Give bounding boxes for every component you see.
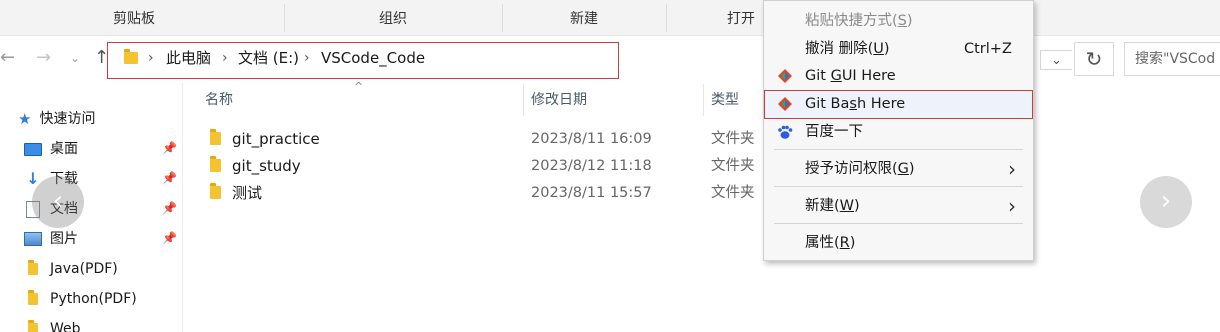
- git-bash-icon: [778, 97, 792, 111]
- menu-item-paste-shortcut[interactable]: 粘贴快捷方式(S): [764, 8, 1033, 34]
- column-header-type[interactable]: 类型: [711, 90, 739, 110]
- previous-chevron-icon[interactable]: ‹: [32, 176, 84, 228]
- menu-separator: [774, 149, 1023, 150]
- file-name: git_study: [232, 157, 301, 175]
- file-row[interactable]: 测试 2023/8/11 15:57 文件夹: [184, 180, 784, 206]
- sidebar-quick-access[interactable]: ★ 快速访问: [18, 107, 95, 131]
- search-input[interactable]: 搜索"VSCod: [1124, 42, 1220, 76]
- breadcrumb-documents-drive[interactable]: 文档 (E:): [238, 48, 299, 68]
- ribbon-group-clipboard[interactable]: 剪贴板: [0, 0, 268, 36]
- column-header-name[interactable]: 名称: [205, 90, 233, 110]
- column-divider[interactable]: [703, 84, 704, 116]
- breadcrumb-this-pc[interactable]: 此电脑: [166, 48, 211, 68]
- menu-item-new[interactable]: 新建(W) ›: [764, 193, 1033, 219]
- file-name: 测试: [232, 184, 263, 202]
- picture-icon: [24, 232, 42, 246]
- ribbon-group-organize[interactable]: 组织: [284, 0, 502, 36]
- menu-item-properties[interactable]: 属性(R): [764, 230, 1033, 256]
- file-type: 文件夹: [711, 158, 755, 174]
- menu-item-git-bash-here[interactable]: Git Bash Here: [764, 91, 1033, 117]
- file-type: 文件夹: [711, 185, 755, 201]
- ribbon-group-new[interactable]: 新建: [502, 0, 666, 36]
- pin-icon[interactable]: 📌: [162, 201, 177, 215]
- file-modified: 2023/8/11 16:09: [531, 131, 652, 147]
- breadcrumb-separator-icon[interactable]: ›: [222, 48, 228, 68]
- recent-locations-chevron-icon[interactable]: ⌄: [70, 46, 80, 70]
- file-modified: 2023/8/12 11:18: [531, 158, 652, 174]
- file-modified: 2023/8/11 15:57: [531, 185, 652, 201]
- shortcut-text: Ctrl+Z: [964, 41, 1012, 57]
- column-header-modified[interactable]: 修改日期: [531, 90, 587, 110]
- baidu-paw-icon: [778, 125, 793, 139]
- folder-icon: [210, 129, 221, 149]
- pin-icon[interactable]: 📌: [162, 171, 177, 185]
- menu-item-grant-access[interactable]: 授予访问权限(G) ›: [764, 156, 1033, 182]
- sidebar-item-label: 快速访问: [39, 111, 96, 127]
- desktop-icon: [24, 142, 42, 156]
- sort-ascending-icon: ^: [354, 80, 364, 93]
- folder-icon: [210, 183, 221, 203]
- menu-item-git-gui-here[interactable]: Git GUI Here: [764, 63, 1033, 89]
- sidebar-item-label: Python(PDF): [50, 291, 137, 307]
- file-name: git_practice: [232, 130, 320, 148]
- pin-icon[interactable]: 📌: [162, 231, 177, 245]
- pin-icon[interactable]: 📌: [162, 141, 177, 155]
- forward-arrow-icon[interactable]: →: [36, 46, 51, 70]
- menu-item-baidu[interactable]: 百度一下: [764, 119, 1033, 145]
- folder-icon: [210, 156, 221, 176]
- ribbon-group-bar: 剪贴板 组织 新建 打开: [0, 0, 1220, 36]
- folder-icon: [124, 49, 138, 68]
- menu-item-undo-delete[interactable]: 撤消 删除(U) Ctrl+Z: [764, 36, 1033, 62]
- submenu-chevron-icon: ›: [1008, 157, 1016, 181]
- folder-icon: [24, 320, 42, 332]
- next-chevron-icon[interactable]: ›: [1140, 176, 1192, 228]
- sidebar-item-desktop[interactable]: 桌面: [24, 137, 78, 161]
- context-menu: 粘贴快捷方式(S) 撤消 删除(U) Ctrl+Z Git GUI Here G…: [763, 0, 1034, 261]
- sidebar-item-python-pdf[interactable]: Python(PDF): [24, 287, 137, 311]
- file-row[interactable]: git_practice 2023/8/11 16:09 文件夹: [184, 126, 784, 152]
- sidebar-divider: [182, 82, 183, 332]
- back-arrow-icon[interactable]: ←: [0, 46, 15, 70]
- sidebar-item-label: Web: [50, 321, 81, 332]
- sidebar-item-pictures[interactable]: 图片: [24, 227, 78, 251]
- breadcrumb-current-folder[interactable]: VSCode_Code: [321, 48, 425, 68]
- sidebar-item-java-pdf[interactable]: Java(PDF): [24, 257, 118, 281]
- file-type: 文件夹: [711, 131, 755, 147]
- menu-separator: [774, 223, 1023, 224]
- sidebar-item-label: 图片: [50, 231, 78, 247]
- git-gui-icon: [778, 69, 792, 83]
- address-history-dropdown-icon[interactable]: ⌄: [1040, 50, 1072, 70]
- folder-icon: [24, 290, 42, 305]
- breadcrumb-separator-icon[interactable]: ›: [304, 48, 310, 68]
- menu-separator: [774, 186, 1023, 187]
- file-row[interactable]: git_study 2023/8/12 11:18 文件夹: [184, 153, 784, 179]
- sidebar-item-web[interactable]: Web: [24, 317, 81, 332]
- sidebar-item-label: 桌面: [50, 141, 78, 157]
- submenu-chevron-icon: ›: [1008, 194, 1016, 218]
- breadcrumb-separator-icon[interactable]: ›: [148, 48, 154, 68]
- column-divider[interactable]: [523, 84, 524, 116]
- sidebar-item-label: Java(PDF): [50, 261, 118, 277]
- star-icon: ★: [18, 110, 32, 128]
- refresh-icon[interactable]: ↻: [1074, 42, 1114, 76]
- folder-icon: [24, 260, 42, 275]
